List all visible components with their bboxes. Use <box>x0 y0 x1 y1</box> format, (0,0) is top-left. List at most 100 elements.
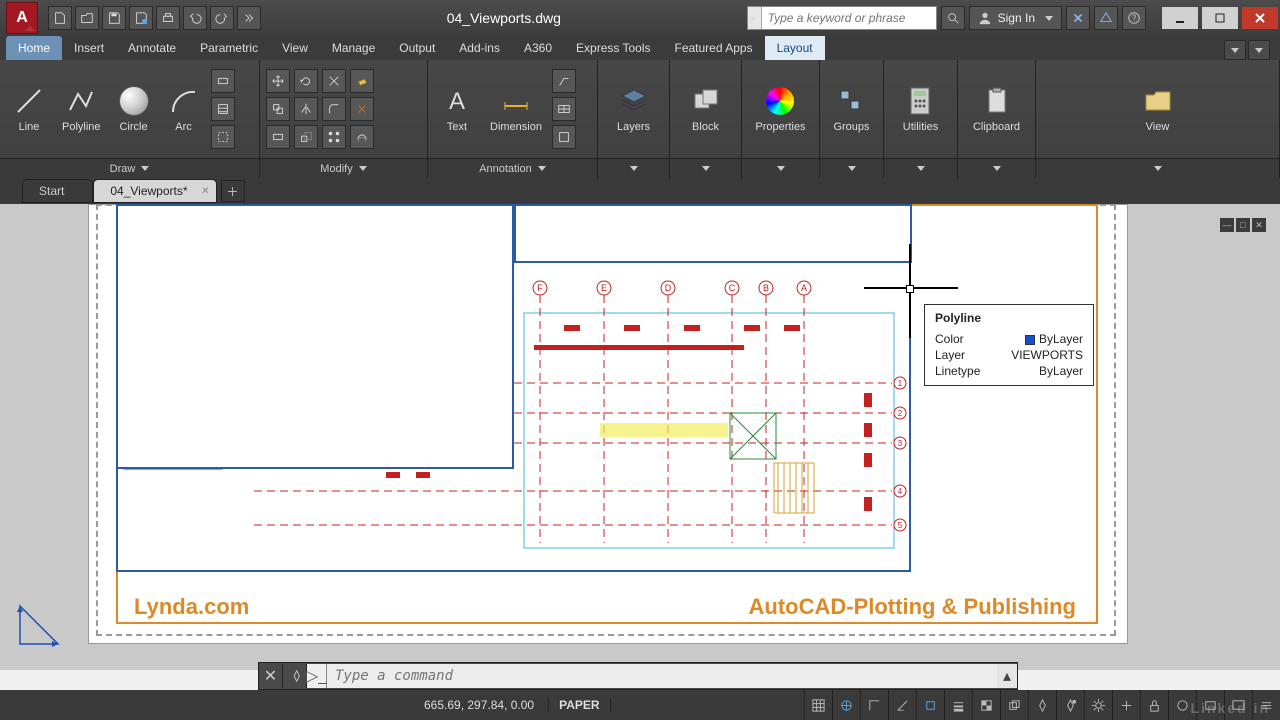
workspace-icon[interactable] <box>1112 690 1140 720</box>
snap-toggle-icon[interactable] <box>832 690 860 720</box>
gear-icon[interactable] <box>1084 690 1112 720</box>
panel-annotation-label[interactable]: Annotation <box>428 158 597 178</box>
trim-icon[interactable] <box>322 69 346 93</box>
viewport-1[interactable] <box>116 204 514 469</box>
osnap-toggle-icon[interactable] <box>916 690 944 720</box>
line-button[interactable]: Line <box>6 83 52 135</box>
properties-button[interactable]: Properties <box>749 83 811 135</box>
a360-icon[interactable] <box>1094 6 1118 30</box>
rectangle-icon[interactable] <box>211 69 235 93</box>
tab-view[interactable]: View <box>270 36 320 60</box>
undo-icon[interactable] <box>183 6 207 30</box>
polar-toggle-icon[interactable] <box>888 690 916 720</box>
maximize-button[interactable] <box>1202 7 1238 29</box>
fillet-icon[interactable] <box>322 97 346 121</box>
tab-insert[interactable]: Insert <box>62 36 116 60</box>
vp-maximize-icon[interactable]: □ <box>1236 218 1250 232</box>
redo-icon[interactable] <box>210 6 234 30</box>
copy-icon[interactable] <box>266 97 290 121</box>
arc-button[interactable]: Arc <box>161 83 207 135</box>
tab-expresstools[interactable]: Express Tools <box>564 36 662 60</box>
array-icon[interactable] <box>322 125 346 149</box>
selection-cycling-icon[interactable] <box>1000 690 1028 720</box>
annoscale-add-icon[interactable] <box>1056 690 1084 720</box>
open-icon[interactable] <box>75 6 99 30</box>
cmd-close-icon[interactable]: ✕ <box>259 664 283 688</box>
polyline-button[interactable]: Polyline <box>56 83 107 135</box>
tab-home[interactable]: Home <box>6 36 62 60</box>
cmd-settings-icon[interactable] <box>283 664 307 688</box>
ribbon-panel-toggle-icon[interactable] <box>1224 40 1246 60</box>
command-input[interactable] <box>327 664 997 688</box>
tab-manage[interactable]: Manage <box>320 36 387 60</box>
tab-addins[interactable]: Add-ins <box>447 36 512 60</box>
boundary-icon[interactable] <box>211 125 235 149</box>
ortho-toggle-icon[interactable] <box>860 690 888 720</box>
help-icon[interactable]: ? <box>1122 6 1146 30</box>
grid-toggle-icon[interactable] <box>804 690 832 720</box>
plot-icon[interactable] <box>156 6 180 30</box>
close-doc-icon[interactable]: ✕ <box>201 186 209 197</box>
doc-tab-start[interactable]: Start <box>22 179 93 203</box>
leader-icon[interactable] <box>552 69 576 93</box>
table-icon[interactable] <box>552 97 576 121</box>
scale-icon[interactable] <box>294 125 318 149</box>
minimize-button[interactable] <box>1162 7 1198 29</box>
dimension-button[interactable]: Dimension <box>484 83 548 135</box>
tab-a360[interactable]: A360 <box>512 36 564 60</box>
panel-view-expand[interactable] <box>1036 158 1279 178</box>
save-icon[interactable] <box>102 6 126 30</box>
panel-modify-label[interactable]: Modify <box>260 158 427 178</box>
lineweight-toggle-icon[interactable] <box>944 690 972 720</box>
close-button[interactable] <box>1242 7 1278 29</box>
saveas-icon[interactable] <box>129 6 153 30</box>
clipboard-button[interactable]: Clipboard <box>967 83 1026 135</box>
transparency-toggle-icon[interactable] <box>972 690 1000 720</box>
block-button[interactable]: Block <box>683 83 729 135</box>
stretch-icon[interactable] <box>266 125 290 149</box>
help-search-input[interactable] <box>762 7 936 29</box>
ribbon-minimize-icon[interactable] <box>1248 40 1270 60</box>
hatch-icon[interactable] <box>211 97 235 121</box>
doc-tab-active[interactable]: 04_Viewports* ✕ <box>93 179 216 203</box>
tab-parametric[interactable]: Parametric <box>188 36 270 60</box>
add-doc-button[interactable]: ＋ <box>221 180 245 202</box>
annotation-more-icon[interactable] <box>552 125 576 149</box>
tab-featuredapps[interactable]: Featured Apps <box>663 36 765 60</box>
utilities-button[interactable]: Utilities <box>897 83 944 135</box>
exchange-icon[interactable] <box>1066 6 1090 30</box>
panel-layers-expand[interactable] <box>598 158 669 178</box>
panel-block-expand[interactable] <box>670 158 741 178</box>
cmd-expand-icon[interactable]: ▴ <box>997 664 1017 688</box>
tab-layout[interactable]: Layout <box>765 36 825 60</box>
help-search[interactable]: ▸ <box>747 6 937 30</box>
vp-minimize-icon[interactable]: — <box>1220 218 1234 232</box>
viewport-3[interactable] <box>514 204 912 263</box>
move-icon[interactable] <box>266 69 290 93</box>
circle-button[interactable]: Circle <box>111 83 157 135</box>
erase-icon[interactable] <box>350 69 374 93</box>
panel-draw-label[interactable]: Draw <box>0 158 259 178</box>
offset-icon[interactable] <box>350 125 374 149</box>
panel-groups-expand[interactable] <box>820 158 883 178</box>
new-icon[interactable] <box>48 6 72 30</box>
status-space-toggle[interactable]: PAPER <box>549 698 610 712</box>
layers-button[interactable]: Layers <box>611 83 657 135</box>
groups-button[interactable]: Groups <box>827 83 875 135</box>
tab-annotate[interactable]: Annotate <box>116 36 188 60</box>
app-menu-button[interactable]: A <box>6 2 38 34</box>
mirror-icon[interactable] <box>294 97 318 121</box>
rotate-icon[interactable] <box>294 69 318 93</box>
vp-close-icon[interactable]: ✕ <box>1252 218 1266 232</box>
command-line[interactable]: ✕ ▷_ ▴ <box>258 662 1018 690</box>
panel-clipboard-expand[interactable] <box>958 158 1035 178</box>
explode-icon[interactable] <box>350 97 374 121</box>
drawing-canvas[interactable]: UP F E D C B A 1 2 3 4 5 <box>0 204 1280 670</box>
tab-output[interactable]: Output <box>387 36 447 60</box>
panel-utilities-expand[interactable] <box>884 158 957 178</box>
search-dropdown-icon[interactable]: ▸ <box>748 7 762 29</box>
status-coords[interactable]: 665.69, 297.84, 0.00 <box>410 698 549 712</box>
view-button[interactable]: View <box>1135 83 1181 135</box>
signin-button[interactable]: Sign In <box>969 6 1062 30</box>
annoscale-icon[interactable] <box>1028 690 1056 720</box>
